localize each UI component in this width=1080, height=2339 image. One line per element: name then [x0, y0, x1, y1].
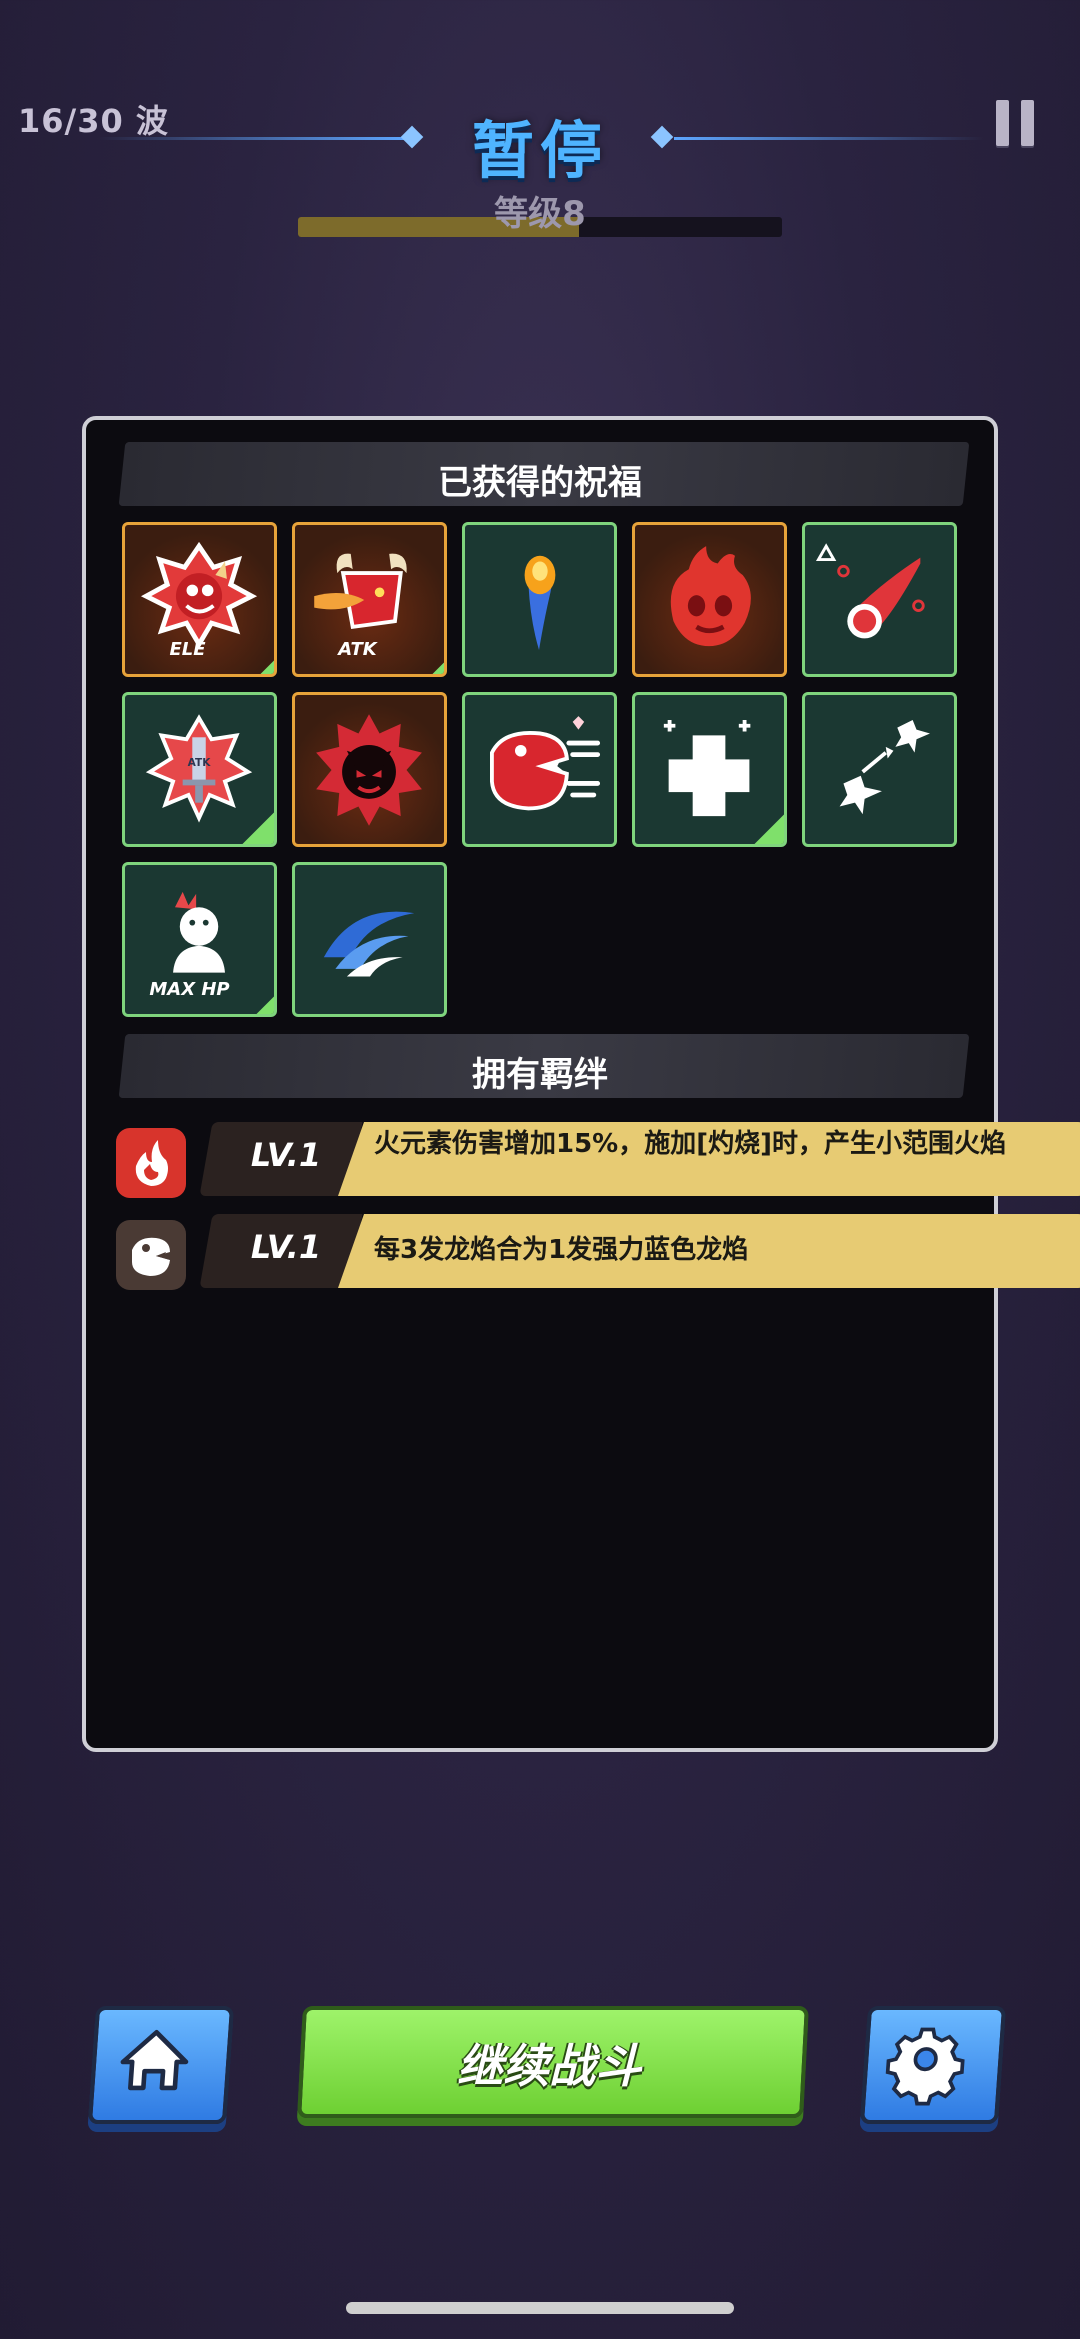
title-line-right	[674, 137, 984, 140]
bond-row[interactable]: LV.1 每3发龙焰合为1发强力蓝色龙焰	[116, 1214, 1080, 1290]
bond-description: 火元素伤害增加15%，施加[灼烧]时，产生小范围火焰	[374, 1129, 1006, 1159]
home-button[interactable]	[87, 2006, 235, 2124]
upgrade-arrow-icon	[432, 662, 444, 674]
flame-drop-icon[interactable]	[462, 522, 617, 677]
gear-icon	[885, 2027, 965, 2106]
upgrade-arrow-icon	[754, 814, 784, 844]
home-icon	[120, 2029, 189, 2091]
heal-plus-icon[interactable]	[632, 692, 787, 847]
bond-row[interactable]: LV.1 火元素伤害增加15%，施加[灼烧]时，产生小范围火焰	[116, 1122, 1080, 1198]
settings-button[interactable]	[859, 2006, 1007, 2124]
upgrade-arrow-icon	[256, 996, 274, 1014]
page-title: 暂停	[471, 114, 608, 187]
level-label: 等级8	[494, 194, 586, 234]
dragon-atk-icon[interactable]: ATK	[292, 522, 447, 677]
max-hp-icon[interactable]: MAX HP	[122, 862, 277, 1017]
svg-text:ATK: ATK	[188, 757, 212, 769]
upgrade-arrow-icon	[242, 812, 274, 844]
home-indicator	[346, 2302, 734, 2314]
chomping-dragon-icon[interactable]	[462, 692, 617, 847]
fire-bond-icon	[116, 1128, 186, 1198]
fire-skull-icon[interactable]	[632, 522, 787, 677]
blessings-header-text: 已获得的祝福	[438, 463, 642, 503]
dragon-bond-icon	[116, 1220, 186, 1290]
bond-description: 每3发龙焰合为1发强力蓝色龙焰	[374, 1235, 749, 1265]
sword-atk-burst-icon[interactable]: ATK	[122, 692, 277, 847]
blessings-grid: ELE ATK ATK MAX HP	[122, 522, 962, 1017]
dragon-split-icon[interactable]	[802, 692, 957, 847]
continue-battle-label: 继续战斗	[457, 2039, 641, 2093]
devil-burst-icon[interactable]	[292, 692, 447, 847]
pause-icon[interactable]	[996, 100, 1036, 146]
bond-level-text: LV.1	[250, 1136, 322, 1174]
upgrade-arrow-icon	[260, 660, 274, 674]
bonds-header-text: 拥有羁绊	[472, 1055, 608, 1095]
bond-level-text: LV.1	[250, 1228, 322, 1266]
fire-demon-ele-icon[interactable]: ELE	[122, 522, 277, 677]
meteor-icon[interactable]	[802, 522, 957, 677]
blue-wave-icon[interactable]	[292, 862, 447, 1017]
